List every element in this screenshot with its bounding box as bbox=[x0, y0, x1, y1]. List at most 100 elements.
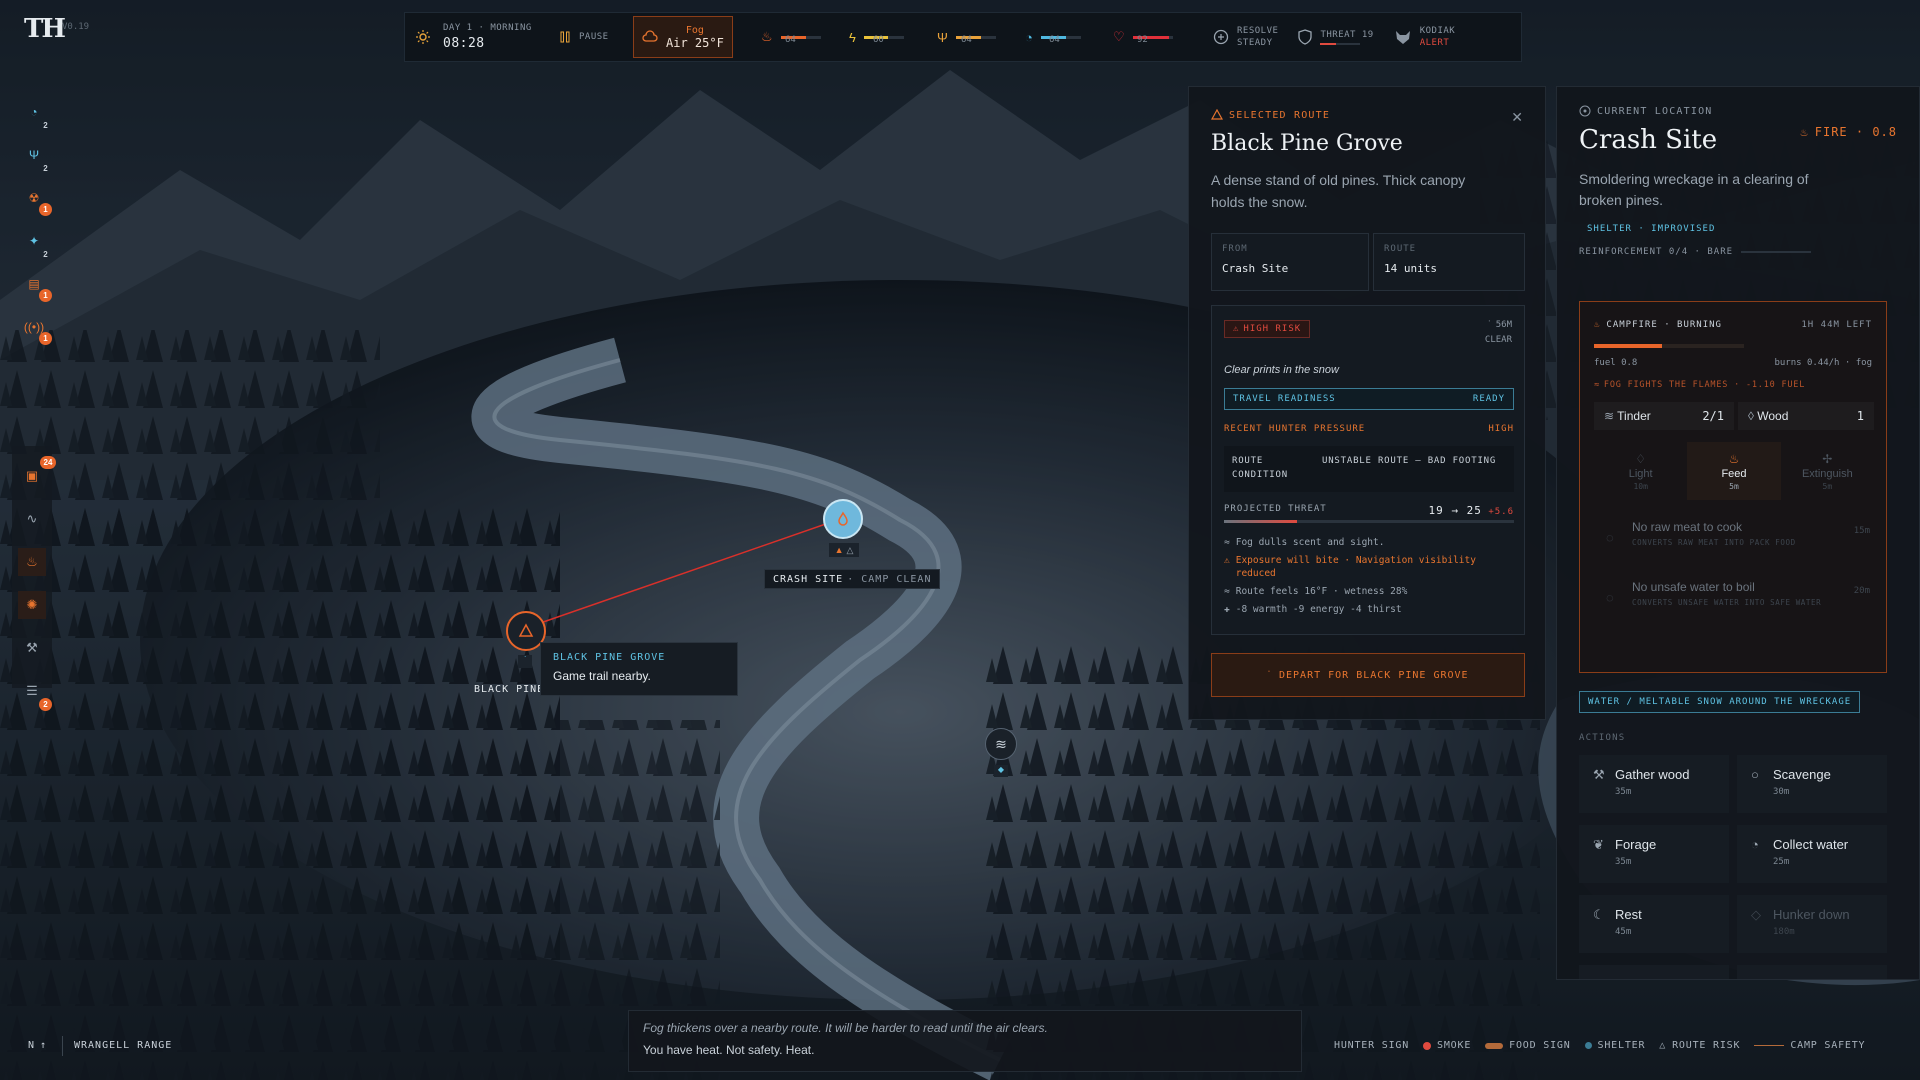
fire-light-button[interactable]: ♢ Light 10m bbox=[1594, 442, 1687, 500]
shield-icon: ◇ bbox=[1751, 907, 1761, 922]
resolve-display: RESOLVE STEADY bbox=[1203, 13, 1288, 61]
route-from-box: FROM Crash Site bbox=[1211, 233, 1369, 291]
rail-hazard-button[interactable]: ☢ 1 bbox=[22, 186, 52, 216]
pause-button[interactable]: PAUSE bbox=[549, 13, 633, 61]
wood-slot[interactable]: ◊ Wood 1 bbox=[1738, 402, 1874, 430]
rest-action[interactable]: ☾ Rest 45m bbox=[1579, 895, 1729, 953]
fire-task[interactable]: ◌ No raw meat to cook CONVERTS RAW MEAT … bbox=[1594, 512, 1874, 570]
wind-icon: ≈ bbox=[1594, 380, 1600, 390]
tinder-icon: ≋ bbox=[1604, 409, 1618, 423]
top-status-bar: DAY 1 · MORNING 08:28 PAUSE Fog Air 25°F… bbox=[404, 12, 1522, 62]
vital-stats: ♨ 64 ϟ 60 Ψ 64 ◔ 64 ♡ 92 bbox=[749, 13, 1189, 61]
rail-film-button[interactable]: ▤ 1 bbox=[22, 272, 52, 302]
fire-icon: ♨ bbox=[1800, 125, 1809, 139]
scout-action[interactable]: ∞ Scout bbox=[1737, 965, 1887, 979]
route-description: A dense stand of old pines. Thick canopy… bbox=[1211, 172, 1466, 210]
crash-site-status-icons: ▲ △ bbox=[829, 543, 859, 557]
rail-water-drop-button[interactable]: ◔ 2 bbox=[22, 100, 47, 130]
weather-chip[interactable]: Fog Air 25°F bbox=[633, 16, 733, 58]
route-prints: Clear prints in the snow bbox=[1224, 364, 1339, 376]
rail-fork-knife-button[interactable]: Ψ 2 bbox=[22, 143, 48, 173]
location-icon bbox=[1579, 105, 1591, 117]
route-kicker: SELECTED ROUTE bbox=[1211, 109, 1330, 121]
health-icon: ♡ bbox=[1113, 29, 1125, 44]
forage-action[interactable]: ❦ Forage 35m bbox=[1579, 825, 1729, 883]
fuel-bar bbox=[1594, 344, 1744, 348]
rail-campfire-button[interactable]: ♨ bbox=[18, 548, 46, 576]
water-icon: ◔ bbox=[1025, 29, 1033, 45]
day-label: DAY 1 · MORNING bbox=[443, 23, 532, 33]
stat-fire: ♨ 64 bbox=[749, 13, 837, 61]
rail-fire-flame-button[interactable]: ✺ bbox=[18, 591, 46, 619]
route-risk-card: ⚠ HIGH RISK ᐝ 56M CLEAR Clear prints in t… bbox=[1211, 305, 1525, 635]
fog-warning: ≈ FOG FIGHTS THE FLAMES · -1.10 FUEL bbox=[1594, 380, 1806, 390]
threat-display: THREAT 19 bbox=[1288, 13, 1383, 61]
journal-icon: ☰ bbox=[26, 683, 38, 698]
app-version: V0.19 bbox=[62, 22, 90, 32]
projected-threat: PROJECTED THREAT 19 → 25 +5.6 bbox=[1224, 504, 1514, 517]
grove-tooltip: BLACK PINE GROVE Game trail nearby. bbox=[540, 642, 738, 696]
resolve-icon bbox=[1213, 29, 1229, 45]
moon-icon: ☾ bbox=[1593, 907, 1605, 922]
tinder-slot[interactable]: ≋ Tinder 2/1 bbox=[1594, 402, 1734, 430]
fire-feed-button[interactable]: ♨ Feed 5m bbox=[1687, 442, 1781, 500]
shield-icon bbox=[1298, 29, 1313, 45]
tooltip-text: Game trail nearby. bbox=[553, 669, 651, 683]
depart-button[interactable]: ᐝ DEPART FOR BLACK PINE GROVE bbox=[1211, 653, 1525, 697]
burn-rate: burns 0.44/h · fog bbox=[1774, 358, 1872, 368]
pulse-icon: ∿ bbox=[26, 511, 38, 526]
fire-icon: ▲ bbox=[834, 545, 844, 555]
warning-icon: ⚠ bbox=[1233, 324, 1240, 334]
rail-pulse-button[interactable]: ∿ bbox=[18, 505, 46, 533]
message-log: Fog thickens over a nearby route. It wil… bbox=[628, 1010, 1302, 1072]
rail-journal-button[interactable]: ☰ 2 bbox=[18, 677, 52, 711]
wolf-icon bbox=[1395, 31, 1410, 44]
reinforcement-status: REINFORCEMENT 0/4 · BARE bbox=[1579, 247, 1812, 257]
sparkle-icon: ✦ bbox=[28, 234, 40, 248]
legend-route-risk: △ ROUTE RISK bbox=[1659, 1040, 1741, 1051]
film-icon: ▤ bbox=[28, 277, 40, 291]
fire-extinguish-button[interactable]: ✢ Extinguish 5m bbox=[1781, 442, 1874, 500]
sun-icon bbox=[416, 30, 430, 44]
scavenge-action[interactable]: ○ Scavenge 30m bbox=[1737, 755, 1887, 813]
legend-food-sign: FOOD SIGN bbox=[1485, 1040, 1570, 1051]
companion-display[interactable]: KODIAK ALERT bbox=[1384, 13, 1466, 61]
warning-icon bbox=[518, 623, 534, 637]
legend-shelter: SHELTER bbox=[1584, 1040, 1646, 1051]
water-source-tag[interactable]: WATER / MELTABLE SNOW AROUND THE WRECKAG… bbox=[1579, 691, 1861, 713]
clock: 08:28 bbox=[443, 36, 485, 51]
route-note: ≈ Fog dulls scent and sight. bbox=[1224, 537, 1385, 548]
route-condition: ROUTE CONDITION UNSTABLE ROUTE — BAD FOO… bbox=[1224, 446, 1514, 492]
fire-controls: ♢ Light 10m ♨ Feed 5m ✢ Extinguish 5m bbox=[1594, 442, 1874, 500]
close-button[interactable]: ✕ bbox=[1511, 109, 1523, 126]
collect-water-action[interactable]: ◔ Collect water 25m bbox=[1737, 825, 1887, 883]
crash-site-marker[interactable] bbox=[823, 499, 863, 539]
current-location-panel: CURRENT LOCATION Crash Site ♨ FIRE · 0.8 … bbox=[1556, 86, 1920, 980]
light-icon: ♢ bbox=[1635, 451, 1647, 466]
rest-for-night-action[interactable]: ▭ Rest for night bbox=[1579, 965, 1729, 979]
flame-icon: ♨ bbox=[1594, 320, 1601, 330]
hunker-down-action[interactable]: ◇ Hunker down 180m bbox=[1737, 895, 1887, 953]
threat-bar bbox=[1224, 520, 1514, 523]
route-notes: ≈ Fog dulls scent and sight. ⚠ Exposure wil… bbox=[1224, 536, 1514, 621]
water-drop-icon: ◔ bbox=[30, 105, 38, 119]
hammer-icon: ⚒ bbox=[26, 640, 38, 655]
region-name: WRANGELL RANGE bbox=[74, 1040, 173, 1051]
rail-backpack-button[interactable]: ▣ 24 bbox=[18, 456, 56, 490]
fire-tasks: ◌ No raw meat to cook CONVERTS RAW MEAT … bbox=[1594, 512, 1874, 632]
droplets-icon: ◔ bbox=[1751, 837, 1759, 852]
fire-level: ♨ FIRE · 0.8 bbox=[1800, 125, 1897, 139]
rail-sparkle-button[interactable]: ✦ 2 bbox=[22, 229, 48, 259]
route-length-box: ROUTE 14 units bbox=[1373, 233, 1525, 291]
fire-task[interactable]: ◌ No unsafe water to boil CONVERTS UNSAF… bbox=[1594, 572, 1874, 630]
food-icon: Ψ bbox=[937, 29, 948, 45]
gather-wood-action[interactable]: ⚒ Gather wood 35m bbox=[1579, 755, 1729, 813]
disabled-task-icon: ◌ bbox=[1606, 530, 1614, 545]
rail-radio-button[interactable]: ((•)) 1 bbox=[22, 315, 52, 345]
footprint-icon: ᐝ bbox=[518, 655, 532, 668]
backpack-icon: ▣ bbox=[25, 468, 39, 483]
stat-food: Ψ 64 bbox=[925, 13, 1013, 61]
legend-camp-safety: CAMP SAFETY bbox=[1754, 1040, 1865, 1051]
rail-hammer-button[interactable]: ⚒ bbox=[18, 634, 46, 662]
water-marker[interactable]: ≋ bbox=[985, 728, 1017, 760]
